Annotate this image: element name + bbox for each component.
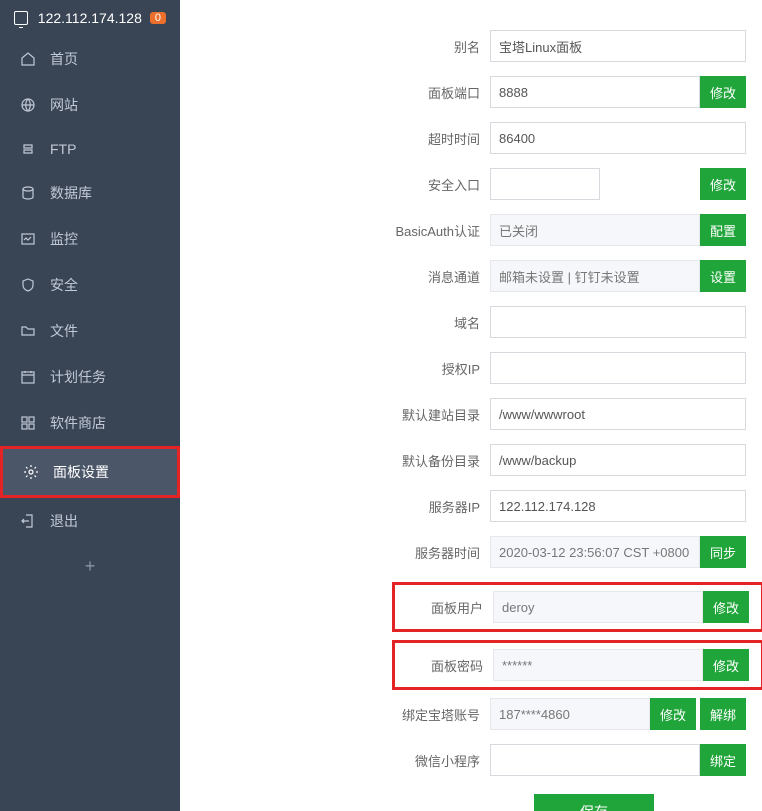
sidebar: 122.112.174.128 0 首页 网站 FTP 数据库 监控 安全 文件… — [0, 0, 180, 811]
folder-icon — [20, 323, 36, 339]
entry-label: 安全入口 — [180, 175, 490, 194]
nav-label: 文件 — [50, 321, 78, 341]
notification-badge[interactable]: 0 — [150, 12, 166, 24]
gear-icon — [23, 464, 39, 480]
logout-icon — [20, 513, 36, 529]
shield-icon — [20, 277, 36, 293]
servertime-value: 2020-03-12 23:56:07 CST +0800 — [490, 536, 700, 568]
nav-store[interactable]: 软件商店 — [0, 400, 180, 446]
nav-ftp[interactable]: FTP — [0, 128, 180, 170]
wechat-bind-button[interactable]: 绑定 — [700, 744, 746, 776]
siteroot-input[interactable] — [490, 398, 746, 430]
ftp-icon — [20, 141, 36, 157]
server-ip: 122.112.174.128 — [38, 10, 142, 26]
save-button[interactable]: 保存 — [534, 794, 654, 811]
settings-form: 别名给面板取个别名 面板端口修改建议端口范围8888 - 65535，注意 超时… — [180, 0, 762, 811]
port-label: 面板端口 — [180, 83, 490, 102]
alias-label: 别名 — [180, 37, 490, 56]
paneluser-modify-button[interactable]: 修改 — [703, 591, 749, 623]
panelpwd-modify-button[interactable]: 修改 — [703, 649, 749, 681]
serverip-label: 服务器IP — [180, 497, 490, 516]
backupdir-input[interactable] — [490, 444, 746, 476]
highlight-panel-password: 面板密码******修改 — [392, 640, 762, 690]
sidebar-collapse[interactable]: + — [0, 544, 180, 589]
entry-modify-button[interactable]: 修改 — [700, 168, 746, 200]
highlight-panel-user: 面板用户deroy修改 — [392, 582, 762, 632]
entry-input[interactable] — [490, 168, 600, 200]
bind-label: 绑定宝塔账号 — [180, 705, 490, 724]
domain-label: 域名 — [180, 313, 490, 332]
nav-label: 监控 — [50, 229, 78, 249]
nav-security[interactable]: 安全 — [0, 262, 180, 308]
calendar-icon — [20, 369, 36, 385]
globe-icon — [20, 97, 36, 113]
paneluser-value: deroy — [493, 591, 703, 623]
alias-input[interactable] — [490, 30, 746, 62]
nav-label: 网站 — [50, 95, 78, 115]
msg-status: 邮箱未设置 | 钉钉未设置 — [490, 260, 700, 292]
siteroot-label: 默认建站目录 — [180, 405, 490, 424]
nav-label: 首页 — [50, 49, 78, 69]
server-icon — [14, 11, 28, 25]
nav-label: 计划任务 — [50, 367, 106, 387]
basicauth-status: 已关闭 — [490, 214, 700, 246]
backupdir-label: 默认备份目录 — [180, 451, 490, 470]
nav-label: 退出 — [50, 511, 78, 531]
nav-label: 面板设置 — [53, 462, 109, 482]
nav-label: 软件商店 — [50, 413, 106, 433]
authip-label: 授权IP — [180, 359, 490, 378]
nav-settings[interactable]: 面板设置 — [0, 446, 180, 498]
chart-icon — [20, 231, 36, 247]
bind-modify-button[interactable]: 修改 — [650, 698, 696, 730]
sync-time-button[interactable]: 同步 — [700, 536, 746, 568]
nav-logout[interactable]: 退出 — [0, 498, 180, 544]
timeout-label: 超时时间 — [180, 129, 490, 148]
wechat-label: 微信小程序 — [180, 751, 490, 770]
port-input[interactable] — [490, 76, 700, 108]
home-icon — [20, 51, 36, 67]
nav-label: FTP — [50, 141, 76, 157]
sidebar-header: 122.112.174.128 0 — [0, 0, 180, 36]
port-modify-button[interactable]: 修改 — [700, 76, 746, 108]
nav-menu: 首页 网站 FTP 数据库 监控 安全 文件 计划任务 软件商店 面板设置 退出 — [0, 36, 180, 544]
nav-site[interactable]: 网站 — [0, 82, 180, 128]
serverip-input[interactable] — [490, 490, 746, 522]
panelpwd-label: 面板密码 — [395, 656, 493, 675]
wechat-input[interactable] — [490, 744, 700, 776]
database-icon — [20, 185, 36, 201]
nav-home[interactable]: 首页 — [0, 36, 180, 82]
nav-database[interactable]: 数据库 — [0, 170, 180, 216]
bind-unbind-button[interactable]: 解绑 — [700, 698, 746, 730]
msg-label: 消息通道 — [180, 267, 490, 286]
servertime-label: 服务器时间 — [180, 543, 490, 562]
nav-label: 安全 — [50, 275, 78, 295]
domain-input[interactable] — [490, 306, 746, 338]
panelpwd-value: ****** — [493, 649, 703, 681]
nav-label: 数据库 — [50, 183, 92, 203]
authip-input[interactable] — [490, 352, 746, 384]
nav-cron[interactable]: 计划任务 — [0, 354, 180, 400]
msg-config-button[interactable]: 设置 — [700, 260, 746, 292]
nav-files[interactable]: 文件 — [0, 308, 180, 354]
timeout-input[interactable] — [490, 122, 746, 154]
basicauth-label: BasicAuth认证 — [180, 221, 490, 240]
bind-value: 187****4860 — [490, 698, 650, 730]
nav-monitor[interactable]: 监控 — [0, 216, 180, 262]
basicauth-config-button[interactable]: 配置 — [700, 214, 746, 246]
grid-icon — [20, 415, 36, 431]
paneluser-label: 面板用户 — [395, 598, 493, 617]
